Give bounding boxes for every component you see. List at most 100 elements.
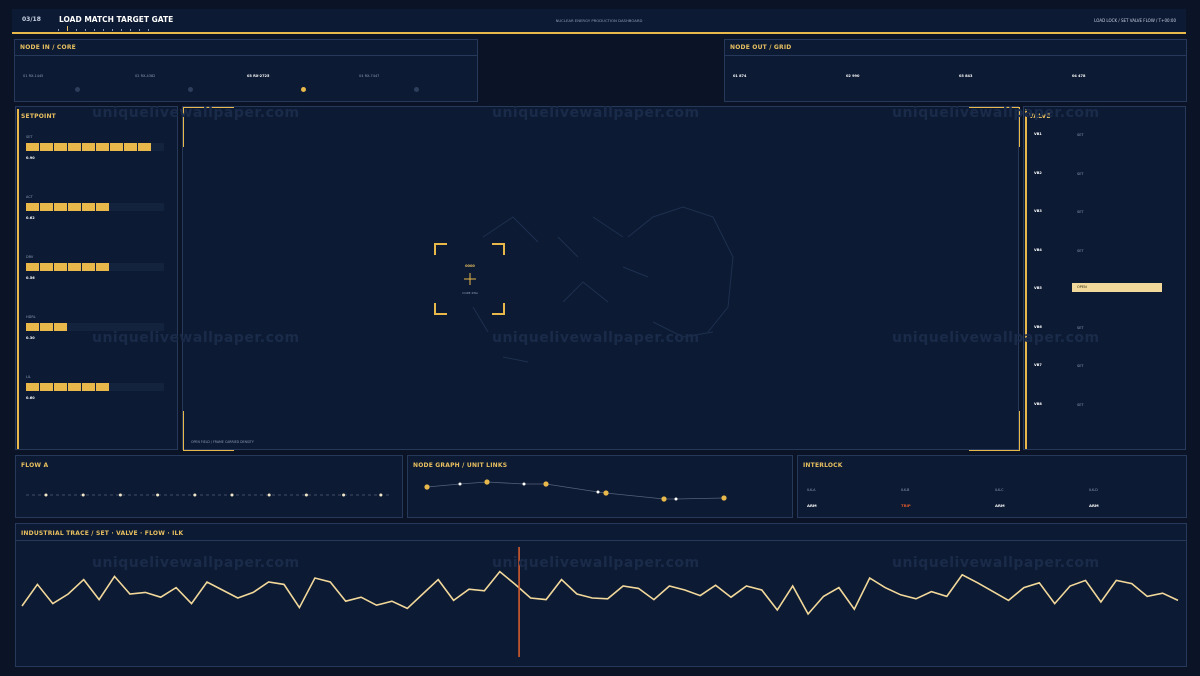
watermark: uniquelivewallpaper.com bbox=[92, 330, 300, 346]
graph-node bbox=[603, 490, 609, 496]
setpoint-segment bbox=[40, 263, 53, 271]
node-out-label[interactable]: 01 874 bbox=[733, 74, 746, 78]
node-in-indicator bbox=[75, 87, 80, 92]
node-in-label[interactable]: 01 RX-1445 bbox=[23, 74, 43, 78]
setpoint-segment bbox=[40, 383, 53, 391]
graph-node bbox=[522, 482, 526, 486]
setpoint-segment bbox=[124, 143, 137, 151]
watermark: uniquelivewallpaper.com bbox=[92, 105, 300, 121]
setpoint-segment bbox=[82, 143, 95, 151]
watermark: uniquelivewallpaper.com bbox=[892, 330, 1100, 346]
setpoint-row-label: SET bbox=[26, 135, 33, 139]
valve-state-label[interactable]: SET bbox=[1077, 403, 1084, 407]
header-bar: 03/18 LOAD MATCH TARGET GATE NUCLEAR ENE… bbox=[12, 9, 1186, 34]
valve-state-label[interactable]: SET bbox=[1077, 172, 1084, 176]
trace-chart bbox=[21, 547, 1179, 657]
setpoint-row-value: 0.56 bbox=[26, 276, 35, 280]
node-in-label[interactable]: 04 RX-7447 bbox=[359, 74, 379, 78]
setpoint-segment bbox=[54, 203, 67, 211]
node-out-label[interactable]: 03 843 bbox=[959, 74, 972, 78]
graph-node bbox=[661, 496, 667, 502]
graph-node bbox=[458, 482, 462, 486]
center-viewport: 0000 CORE ZNA OPEN FIELD / FRAME CARRIED… bbox=[182, 106, 1020, 451]
flow-dot bbox=[193, 493, 197, 497]
flow-dot bbox=[342, 493, 346, 497]
graph-node bbox=[721, 495, 727, 501]
setpoint-segment bbox=[110, 143, 123, 151]
setpoint-segment bbox=[40, 143, 53, 151]
watermark: uniquelivewallpaper.com bbox=[892, 105, 1100, 121]
flow-panel: FLOW A bbox=[15, 455, 403, 518]
flow-dot bbox=[267, 493, 271, 497]
valve-panel: VALVE VB1 SET VB2 SET VB3 SET VB4 SET VB5 OPEN VB6… bbox=[1023, 106, 1186, 450]
header-status: LOAD LOCK / SET VALVE FLOW / T+00:00 bbox=[1094, 18, 1176, 23]
setpoint-segment bbox=[54, 383, 67, 391]
node-in-title: NODE IN / CORE bbox=[20, 44, 76, 51]
interlock-id: ILK-D bbox=[1089, 488, 1098, 492]
setpoint-segment bbox=[68, 203, 81, 211]
setpoint-accent-line bbox=[17, 109, 19, 449]
valve-state-label[interactable]: SET bbox=[1077, 326, 1084, 330]
flow-dot bbox=[304, 493, 308, 497]
setpoint-segment bbox=[68, 383, 81, 391]
corner-bl bbox=[183, 411, 234, 451]
setpoint-segment bbox=[26, 143, 39, 151]
valve-state-open[interactable]: OPEN bbox=[1072, 283, 1162, 292]
setpoint-title: SETPOINT bbox=[21, 113, 56, 120]
setpoint-segment bbox=[54, 143, 67, 151]
setpoint-bar bbox=[26, 263, 164, 271]
graph-node bbox=[424, 484, 430, 490]
setpoint-segment bbox=[96, 383, 109, 391]
node-out-label[interactable]: 04 478 bbox=[1072, 74, 1085, 78]
setpoint-segment bbox=[96, 263, 109, 271]
valve-id: VB5 bbox=[1034, 286, 1042, 290]
page-tick-row bbox=[58, 26, 158, 31]
node-graph-panel: NODE GRAPH / UNIT LINKS bbox=[407, 455, 793, 518]
setpoint-segment bbox=[68, 143, 81, 151]
valve-state-label[interactable]: SET bbox=[1077, 364, 1084, 368]
setpoint-segment bbox=[82, 263, 95, 271]
center-graphics bbox=[183, 107, 1020, 451]
interlock-state[interactable]: ARM bbox=[807, 503, 817, 508]
setpoint-segment bbox=[96, 203, 109, 211]
setpoint-segment bbox=[26, 263, 39, 271]
watermark: uniquelivewallpaper.com bbox=[892, 555, 1100, 571]
watermark: uniquelivewallpaper.com bbox=[92, 555, 300, 571]
setpoint-segment bbox=[54, 263, 67, 271]
trace-line bbox=[21, 570, 1179, 616]
setpoint-segment bbox=[26, 383, 39, 391]
flow-dot bbox=[379, 493, 383, 497]
page-subtitle: NUCLEAR ENERGY PRODUCTION DASHBOARD bbox=[555, 18, 643, 23]
flow-dot bbox=[230, 493, 234, 497]
interlock-id: ILK-C bbox=[995, 488, 1004, 492]
interlock-title: INTERLOCK bbox=[803, 462, 843, 469]
setpoint-segment bbox=[40, 203, 53, 211]
flow-dot bbox=[156, 493, 160, 497]
setpoint-segment bbox=[138, 143, 151, 151]
setpoint-segment bbox=[26, 323, 39, 331]
interlock-state[interactable]: ARM bbox=[995, 503, 1005, 508]
valve-state-label[interactable]: SET bbox=[1077, 249, 1084, 253]
setpoint-bar bbox=[26, 203, 164, 211]
valve-id: VB4 bbox=[1034, 247, 1042, 252]
node-in-indicator bbox=[414, 87, 419, 92]
watermark: uniquelivewallpaper.com bbox=[492, 330, 700, 346]
setpoint-segment bbox=[82, 203, 95, 211]
graph-node bbox=[596, 490, 600, 494]
node-in-indicator bbox=[188, 87, 193, 92]
setpoint-bar bbox=[26, 383, 164, 391]
setpoint-segment bbox=[96, 143, 109, 151]
node-in-label[interactable]: 03 RX-2725 bbox=[247, 74, 269, 78]
valve-id: VB7 bbox=[1034, 363, 1042, 367]
valve-id: VB8 bbox=[1034, 401, 1042, 406]
node-in-label[interactable]: 02 RX-4382 bbox=[135, 74, 155, 78]
reticle-crosshair bbox=[464, 273, 476, 285]
setpoint-row-label: LIL bbox=[26, 375, 31, 379]
interlock-state[interactable]: TRIP bbox=[901, 503, 911, 508]
node-out-label[interactable]: 02 990 bbox=[846, 74, 859, 78]
valve-state-label[interactable]: SET bbox=[1077, 133, 1084, 137]
valve-accent-line bbox=[1025, 109, 1027, 449]
interlock-state[interactable]: ARM bbox=[1089, 503, 1099, 508]
setpoint-row-value: 0.90 bbox=[26, 156, 35, 160]
valve-state-label[interactable]: SET bbox=[1077, 210, 1084, 214]
